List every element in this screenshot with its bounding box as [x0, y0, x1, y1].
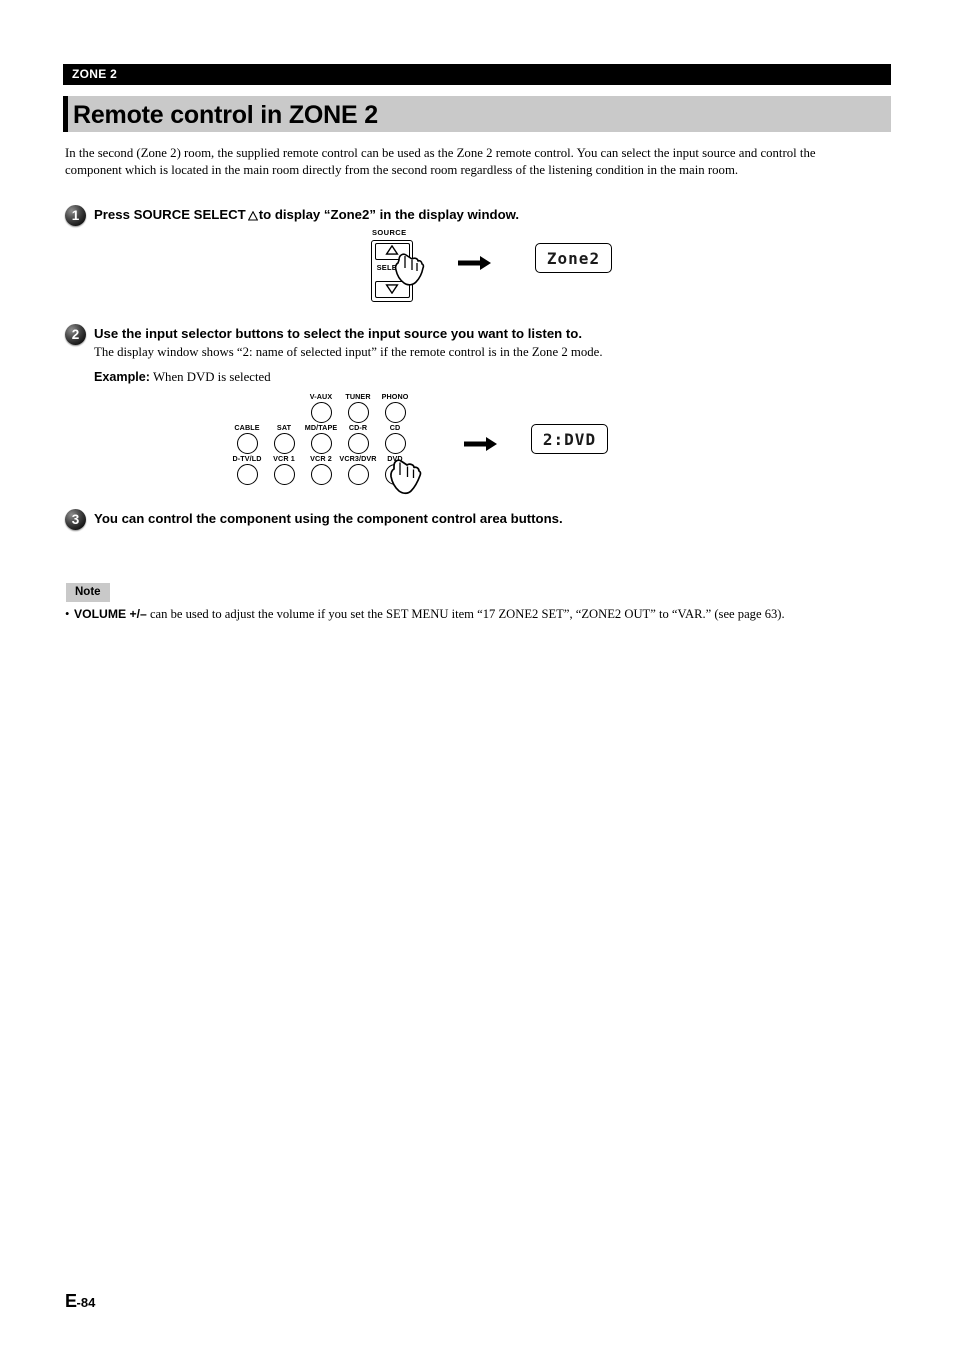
input-button-v-aux[interactable]: V-AUX [302, 392, 340, 423]
hand-pointer-icon [392, 248, 426, 288]
intro-paragraph: In the second (Zone 2) room, the supplie… [65, 146, 816, 177]
input-button-label: VCR 2 [310, 454, 332, 463]
footer-page-number: -84 [76, 1295, 96, 1310]
button-circle-icon [273, 433, 295, 454]
button-circle-icon [310, 433, 332, 454]
display-window-input: 2:DVD [531, 424, 608, 454]
manual-page: ZONE 2 Remote control in ZONE 2 In the s… [0, 0, 954, 1351]
example-label: Example: [94, 370, 150, 384]
zone-header-label: ZONE 2 [72, 67, 118, 81]
step-2-badge: 2 [65, 324, 86, 345]
input-button-label: CD [389, 423, 401, 432]
note-text: can be used to adjust the volume if you … [146, 607, 785, 621]
display-text: Zone2 [546, 248, 601, 268]
title-accent-bar [63, 96, 68, 132]
triangle-up-icon [247, 211, 258, 221]
button-circle-icon [347, 402, 369, 423]
button-circle-icon [384, 402, 406, 423]
footer-prefix: E [65, 1291, 77, 1311]
button-circle-icon [236, 433, 258, 454]
input-button-label: VCR3/DVR [339, 454, 377, 463]
input-button-label: D-TV/LD [232, 454, 262, 463]
zone-header-bar: ZONE 2 [63, 64, 891, 85]
page-title: Remote control in ZONE 2 [73, 101, 378, 129]
input-button-label: TUNER [345, 392, 371, 401]
button-circle-icon [310, 402, 332, 423]
step-2-heading: Use the input selector buttons to select… [94, 326, 582, 341]
input-button-cd-r[interactable]: CD-R [339, 423, 377, 454]
page-footer: E-84 [65, 1291, 95, 1312]
button-circle-icon [347, 464, 369, 485]
button-circle-icon [236, 464, 258, 485]
figure-source-select: SOURCE SELECT Zone2 [363, 228, 623, 306]
button-circle-icon [384, 433, 406, 454]
input-button-vcr-2[interactable]: VCR 2 [302, 454, 340, 485]
note-tag: Note [66, 583, 110, 602]
step-3-badge: 3 [65, 509, 86, 530]
example-text: When DVD is selected [152, 370, 271, 384]
page-title-band: Remote control in ZONE 2 [63, 96, 891, 132]
step-1-badge: 1 [65, 205, 86, 226]
input-button-label: CD-R [348, 423, 368, 432]
step-3-heading: You can control the component using the … [94, 511, 563, 526]
input-button-label: VCR 1 [273, 454, 295, 463]
input-button-d-tv-ld[interactable]: D-TV/LD [228, 454, 266, 485]
display-window-zone2: Zone2 [535, 243, 612, 273]
input-button-label: PHONO [381, 392, 409, 401]
input-button-label: MD/TAPE [304, 423, 338, 432]
step-1-heading: Press SOURCE SELECT to display “Zone2” in… [94, 206, 519, 224]
note-inner: VOLUME +/– can be used to adjust the vol… [65, 606, 875, 624]
input-button-label: SAT [276, 423, 292, 432]
input-button-md-tape[interactable]: MD/TAPE [302, 423, 340, 454]
input-button-label: CABLE [234, 423, 260, 432]
figure-input-selector: V-AUX TUNER PHONO CABLE SAT MD/TAPE CD-R [228, 392, 628, 502]
arrow-right-icon [464, 436, 498, 452]
input-button-phono[interactable]: PHONO [376, 392, 414, 423]
note-bullet: • [65, 607, 70, 621]
button-circle-icon [310, 464, 332, 485]
button-circle-icon [273, 464, 295, 485]
input-button-label: V-AUX [309, 392, 333, 401]
note-body: • VOLUME +/– can be used to adjust the v… [65, 606, 875, 624]
input-button-vcr-1[interactable]: VCR 1 [265, 454, 303, 485]
source-caption-label: SOURCE [372, 228, 407, 237]
note-strong-text: VOLUME +/– [74, 607, 147, 621]
step-2-example: Example: When DVD is selected [94, 369, 271, 386]
arrow-right-icon [458, 255, 492, 271]
input-button-cd[interactable]: CD [376, 423, 414, 454]
display-text: 2:DVD [542, 429, 597, 449]
button-circle-icon [347, 433, 369, 454]
step-1-heading-after: to display “Zone2” in the display window… [258, 207, 520, 222]
step-2-subtext: The display window shows “2: name of sel… [94, 345, 603, 359]
input-button-vcr3-dvr[interactable]: VCR3/DVR [339, 454, 377, 485]
hand-pointer-icon [388, 454, 424, 496]
input-button-cable[interactable]: CABLE [228, 423, 266, 454]
input-button-sat[interactable]: SAT [265, 423, 303, 454]
step-1-heading-before: Press SOURCE SELECT [94, 207, 246, 222]
input-button-tuner[interactable]: TUNER [339, 392, 377, 423]
